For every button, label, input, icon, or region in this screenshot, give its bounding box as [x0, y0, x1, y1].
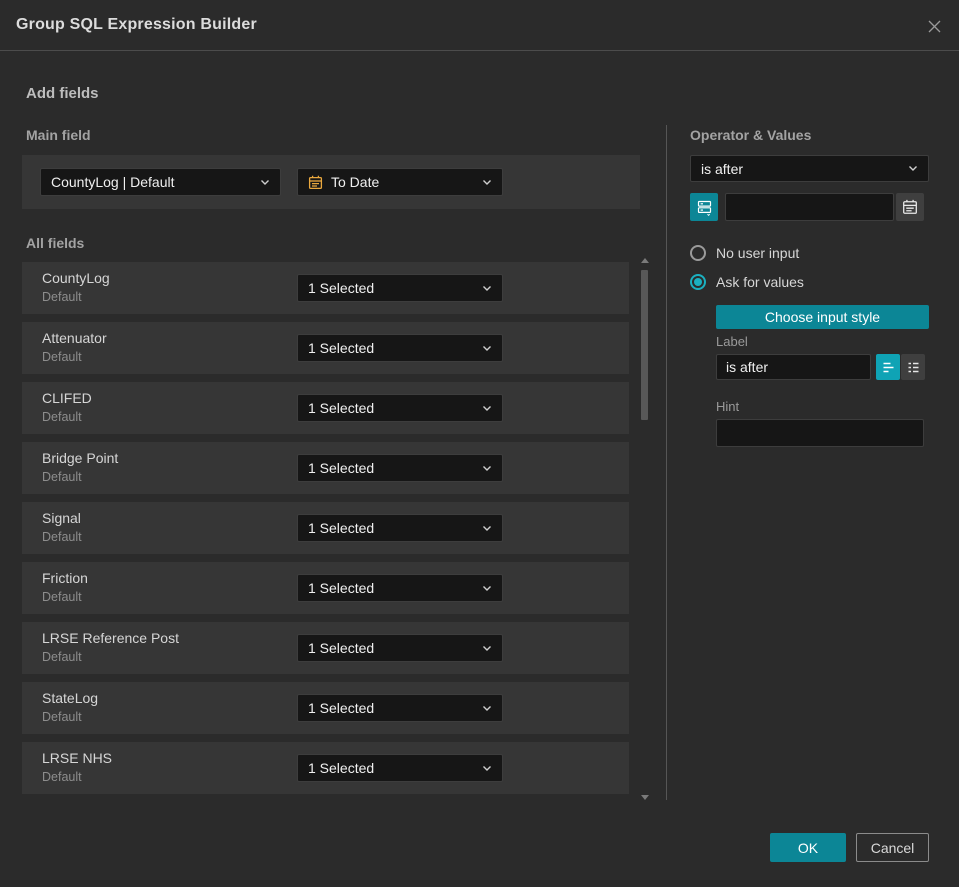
- main-date-select-value: To Date: [331, 174, 380, 190]
- field-selected-dropdown[interactable]: 1 Selected: [297, 274, 503, 302]
- field-sublabel: Default: [42, 470, 82, 484]
- operator-select[interactable]: is after: [690, 155, 929, 182]
- field-sublabel: Default: [42, 590, 82, 604]
- field-sublabel: Default: [42, 710, 82, 724]
- field-sublabel: Default: [42, 290, 82, 304]
- label-input[interactable]: [716, 354, 871, 380]
- field-name: LRSE Reference Post: [42, 630, 179, 646]
- scrollbar-thumb[interactable]: [641, 270, 648, 420]
- field-row-clifed: CLIFED Default 1 Selected: [22, 382, 629, 434]
- chevron-down-icon: [482, 585, 492, 592]
- selected-count: 1 Selected: [308, 640, 375, 656]
- panel-divider: [666, 125, 667, 800]
- chevron-down-icon: [908, 165, 918, 172]
- selected-count: 1 Selected: [308, 340, 375, 356]
- chevron-down-icon: [482, 465, 492, 472]
- selected-count: 1 Selected: [308, 280, 375, 296]
- operator-values-heading: Operator & Values: [690, 127, 812, 143]
- selected-count: 1 Selected: [308, 700, 375, 716]
- field-row-attenuator: Attenuator Default 1 Selected: [22, 322, 629, 374]
- field-selected-dropdown[interactable]: 1 Selected: [297, 634, 503, 662]
- radio-icon[interactable]: [690, 245, 706, 261]
- add-fields-heading: Add fields: [26, 85, 99, 102]
- field-name: Friction: [42, 570, 88, 586]
- field-selected-dropdown[interactable]: 1 Selected: [297, 514, 503, 542]
- all-fields-label: All fields: [26, 235, 85, 251]
- main-field-select-value: CountyLog | Default: [51, 174, 175, 190]
- field-name: Attenuator: [42, 330, 107, 346]
- field-selected-dropdown[interactable]: 1 Selected: [297, 574, 503, 602]
- cancel-button[interactable]: Cancel: [856, 833, 929, 862]
- chevron-down-icon: [260, 179, 270, 186]
- main-field-select[interactable]: CountyLog | Default: [40, 168, 281, 196]
- list-scrollbar[interactable]: [640, 256, 650, 802]
- chevron-down-icon: [482, 645, 492, 652]
- radio-ask-for-values-label: Ask for values: [716, 274, 804, 290]
- field-row-lrse-nhs: LRSE NHS Default 1 Selected: [22, 742, 629, 794]
- field-row-lrse-reference-post: LRSE Reference Post Default 1 Selected: [22, 622, 629, 674]
- hint-input[interactable]: [716, 419, 924, 447]
- radio-no-user-input-label: No user input: [716, 245, 800, 261]
- dialog-title: Group SQL Expression Builder: [16, 16, 257, 33]
- main-date-select[interactable]: To Date: [297, 168, 503, 196]
- field-name: StateLog: [42, 690, 99, 706]
- label-section-label: Label: [716, 334, 748, 349]
- chevron-down-icon: [482, 705, 492, 712]
- calendar-icon: [308, 175, 323, 190]
- field-sublabel: Default: [42, 650, 82, 664]
- chevron-down-icon: [482, 179, 492, 186]
- radio-selected-icon[interactable]: [690, 274, 706, 290]
- scroll-up-icon[interactable]: [641, 258, 649, 263]
- field-selected-dropdown[interactable]: 1 Selected: [297, 454, 503, 482]
- close-icon[interactable]: [923, 15, 945, 37]
- field-row-countylog: CountyLog Default 1 Selected: [22, 262, 629, 314]
- main-field-panel: CountyLog | Default To Date: [22, 155, 640, 209]
- field-name: Bridge Point: [42, 450, 119, 466]
- selected-count: 1 Selected: [308, 520, 375, 536]
- field-selected-dropdown[interactable]: 1 Selected: [297, 754, 503, 782]
- value-input[interactable]: [725, 193, 894, 221]
- selected-count: 1 Selected: [308, 760, 375, 776]
- hint-section-label: Hint: [716, 399, 740, 414]
- chevron-down-icon: [482, 765, 492, 772]
- field-name: LRSE NHS: [42, 750, 113, 766]
- group-sql-expression-builder-dialog: Group SQL Expression Builder Add fields …: [0, 0, 959, 887]
- field-sublabel: Default: [42, 410, 82, 424]
- dialog-titlebar: Group SQL Expression Builder: [0, 0, 959, 51]
- selected-count: 1 Selected: [308, 400, 375, 416]
- chevron-down-icon: [482, 345, 492, 352]
- field-selected-dropdown[interactable]: 1 Selected: [297, 694, 503, 722]
- field-sublabel: Default: [42, 770, 82, 784]
- ok-button[interactable]: OK: [770, 833, 846, 862]
- chevron-down-icon: [482, 285, 492, 292]
- field-name: CountyLog: [42, 270, 110, 286]
- scroll-down-icon[interactable]: [641, 795, 649, 800]
- stacked-fields-icon[interactable]: [690, 193, 718, 221]
- align-left-icon[interactable]: [876, 354, 900, 380]
- operator-select-value: is after: [701, 160, 744, 177]
- field-sublabel: Default: [42, 530, 82, 544]
- list-icon[interactable]: [901, 354, 925, 380]
- calendar-icon[interactable]: [896, 193, 924, 221]
- value-input-row: [690, 193, 929, 221]
- field-row-bridge-point: Bridge Point Default 1 Selected: [22, 442, 629, 494]
- chevron-down-icon: [482, 525, 492, 532]
- all-fields-list: CountyLog Default 1 Selected Attenuator …: [22, 262, 629, 794]
- field-row-statelog: StateLog Default 1 Selected: [22, 682, 629, 734]
- field-row-friction: Friction Default 1 Selected: [22, 562, 629, 614]
- selected-count: 1 Selected: [308, 460, 375, 476]
- field-sublabel: Default: [42, 350, 82, 364]
- field-name: Signal: [42, 510, 81, 526]
- choose-input-style-button[interactable]: Choose input style: [716, 305, 929, 329]
- field-row-signal: Signal Default 1 Selected: [22, 502, 629, 554]
- chevron-down-icon: [482, 405, 492, 412]
- field-selected-dropdown[interactable]: 1 Selected: [297, 334, 503, 362]
- selected-count: 1 Selected: [308, 580, 375, 596]
- field-name: CLIFED: [42, 390, 92, 406]
- radio-ask-for-values[interactable]: Ask for values: [690, 274, 804, 290]
- field-selected-dropdown[interactable]: 1 Selected: [297, 394, 503, 422]
- main-field-label: Main field: [26, 127, 91, 143]
- radio-no-user-input[interactable]: No user input: [690, 245, 799, 261]
- label-input-row: [716, 354, 925, 380]
